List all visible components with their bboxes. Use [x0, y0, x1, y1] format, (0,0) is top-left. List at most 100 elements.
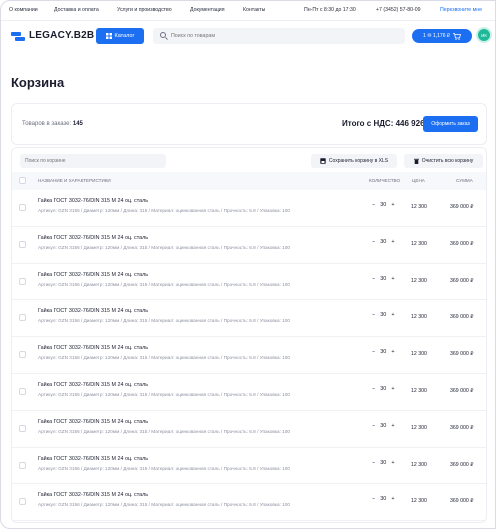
- increase-button[interactable]: +: [391, 496, 394, 502]
- quantity-value[interactable]: 30: [380, 423, 386, 429]
- phone-number[interactable]: +7 (3452) 57-80-09: [376, 7, 421, 13]
- catalog-button[interactable]: Каталог: [96, 28, 144, 44]
- quantity-stepper: −30 +: [372, 276, 395, 282]
- decrease-button[interactable]: −: [372, 312, 375, 318]
- items-count-label: Товаров в заказе:: [22, 121, 72, 127]
- product-name[interactable]: Гайка ГОСТ 3032-76/DIN 315 М 24 оц. стал…: [38, 308, 148, 314]
- increase-button[interactable]: +: [391, 312, 394, 318]
- table-row: Гайка ГОСТ 3032-76/DIN 315 М 24 оц. стал…: [12, 337, 486, 374]
- product-name[interactable]: Гайка ГОСТ 3032-76/DIN 315 М 24 оц. стал…: [38, 345, 148, 351]
- quantity-value[interactable]: 30: [380, 386, 386, 392]
- row-checkbox[interactable]: [19, 387, 26, 395]
- table-body: Гайка ГОСТ 3032-76/DIN 315 М 24 оц. стал…: [12, 190, 486, 522]
- unit-price: 12 300: [411, 424, 427, 431]
- product-name[interactable]: Гайка ГОСТ 3032-76/DIN 315 М 24 оц. стал…: [38, 419, 148, 425]
- callback-link[interactable]: Перезвоните мне: [440, 7, 482, 13]
- row-checkbox[interactable]: [19, 351, 26, 359]
- product-name[interactable]: Гайка ГОСТ 3032-76/DIN 315 М 24 оц. стал…: [38, 272, 148, 278]
- trash-icon: [413, 158, 419, 164]
- quantity-stepper: −30 +: [372, 349, 395, 355]
- row-sum: 369 000 ₽: [450, 461, 474, 468]
- unit-price: 12 300: [411, 461, 427, 468]
- row-checkbox[interactable]: [19, 461, 26, 469]
- product-meta: Артикул: GZN 3156 / Диаметр: 120мм / Дли…: [38, 208, 290, 213]
- quantity-value[interactable]: 30: [380, 496, 386, 502]
- table-row: Гайка ГОСТ 3032-76/DIN 315 М 24 оц. стал…: [12, 264, 486, 301]
- product-name[interactable]: Гайка ГОСТ 3032-76/DIN 315 М 24 оц. стал…: [38, 382, 148, 388]
- unit-price: 12 300: [411, 204, 427, 210]
- catalog-button-label: Каталог: [114, 33, 135, 39]
- table-row: Гайка ГОСТ 3032-76/DIN 315 М 24 оц. стал…: [12, 484, 486, 522]
- row-checkbox[interactable]: [19, 424, 26, 432]
- save-icon: [320, 158, 326, 164]
- quantity-value[interactable]: 30: [380, 460, 386, 466]
- page-frame: О компании Доставка и оплата Услуги и пр…: [0, 0, 496, 529]
- search-input[interactable]: [171, 28, 391, 44]
- quantity-value[interactable]: 30: [380, 349, 386, 355]
- items-count: Товаров в заказе: 145: [22, 121, 83, 127]
- unit-price: 12 300: [411, 351, 427, 358]
- quantity-value[interactable]: 30: [380, 276, 386, 282]
- increase-button[interactable]: +: [391, 239, 394, 245]
- increase-button[interactable]: +: [391, 349, 394, 355]
- decrease-button[interactable]: −: [372, 460, 375, 466]
- table-row: Гайка ГОСТ 3032-76/DIN 315 М 24 оц. стал…: [12, 227, 486, 264]
- row-checkbox[interactable]: [19, 277, 26, 285]
- product-name[interactable]: Гайка ГОСТ 3032-76/DIN 315 М 24 оц. стал…: [38, 235, 148, 241]
- row-checkbox[interactable]: [19, 498, 26, 506]
- row-sum: 369 000 ₽: [450, 277, 474, 284]
- increase-button[interactable]: +: [391, 386, 394, 392]
- order-total: Итого с НДС: 446 926 ₽: [342, 119, 432, 128]
- clear-cart-button[interactable]: Очистить всю корзину: [404, 154, 483, 168]
- table-row: Гайка ГОСТ 3032-76/DIN 315 М 24 оц. стал…: [12, 411, 486, 448]
- column-price: Цена: [412, 178, 425, 183]
- nav-link-contacts[interactable]: Контакты: [243, 7, 265, 13]
- increase-button[interactable]: +: [391, 460, 394, 466]
- search-icon: [160, 32, 166, 38]
- product-name[interactable]: Гайка ГОСТ 3032-76/DIN 315 М 24 оц. стал…: [38, 198, 148, 204]
- unit-price: 12 300: [411, 387, 427, 394]
- search-box: [153, 28, 405, 44]
- product-name[interactable]: Гайка ГОСТ 3032-76/DIN 315 М 24 оц. стал…: [38, 456, 148, 462]
- row-checkbox[interactable]: [19, 314, 26, 322]
- decrease-button[interactable]: −: [372, 202, 375, 208]
- decrease-button[interactable]: −: [372, 276, 375, 282]
- row-checkbox[interactable]: [19, 240, 26, 248]
- nav-link-services[interactable]: Услуги и производство: [117, 7, 172, 13]
- product-meta: Артикул: GZN 3156 / Диаметр: 120мм / Дли…: [38, 244, 290, 250]
- product-name[interactable]: Гайка ГОСТ 3032-76/DIN 315 М 24 оц. стал…: [38, 492, 148, 498]
- decrease-button[interactable]: −: [372, 349, 375, 355]
- quantity-value[interactable]: 30: [380, 202, 386, 208]
- select-all-checkbox[interactable]: [19, 177, 26, 184]
- quantity-value[interactable]: 30: [380, 239, 386, 245]
- column-sum: Сумма: [456, 178, 473, 183]
- clear-cart-label: Очистить всю корзину: [421, 158, 474, 164]
- increase-button[interactable]: +: [391, 276, 394, 282]
- decrease-button[interactable]: −: [372, 239, 375, 245]
- nav-link-about[interactable]: О компании: [9, 7, 38, 13]
- decrease-button[interactable]: −: [372, 496, 375, 502]
- increase-button[interactable]: +: [391, 202, 394, 208]
- catalog-icon: [105, 33, 112, 39]
- product-meta: Артикул: GZN 3156 / Диаметр: 120мм / Дли…: [38, 318, 290, 324]
- row-sum: 369 000 ₽: [450, 351, 474, 358]
- cart-search-input[interactable]: [20, 154, 166, 168]
- logo-icon[interactable]: [11, 32, 25, 42]
- product-meta: Артикул: GZN 3156 / Диаметр: 120мм / Дли…: [38, 428, 290, 434]
- product-meta: Артикул: GZN 3156 / Диаметр: 120мм / Дли…: [38, 502, 290, 508]
- quantity-stepper: −30 +: [372, 460, 395, 466]
- avatar[interactable]: ИК: [476, 27, 492, 43]
- unit-price: 12 300: [411, 240, 427, 247]
- decrease-button[interactable]: −: [372, 423, 375, 429]
- save-xls-button[interactable]: Сохранить корзину в XLS: [311, 154, 397, 168]
- row-checkbox[interactable]: [19, 204, 26, 211]
- decrease-button[interactable]: −: [372, 386, 375, 392]
- nav-link-delivery[interactable]: Доставка и оплата: [54, 7, 99, 13]
- checkout-button[interactable]: Оформить заказ: [423, 116, 478, 132]
- logo-text[interactable]: LEGACY.B2B: [29, 30, 94, 41]
- quantity-value[interactable]: 30: [380, 312, 386, 318]
- nav-link-docs[interactable]: Документация: [190, 7, 225, 13]
- cart-button[interactable]: 1 ⑩ 1,176 ₽: [412, 29, 472, 43]
- increase-button[interactable]: +: [391, 423, 394, 429]
- working-hours: Пн-Пт с 8:30 до 17:30: [304, 7, 356, 13]
